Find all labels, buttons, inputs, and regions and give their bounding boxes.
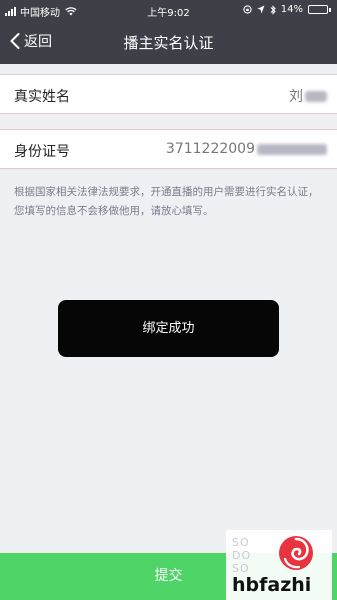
id-number-row[interactable]: 身份证号 3711222009 bbox=[0, 129, 337, 169]
battery-percent: 14% bbox=[280, 4, 303, 15]
real-name-value: 刘 bbox=[289, 89, 303, 105]
real-name-field[interactable]: 刘 bbox=[289, 86, 327, 106]
notice-text: 根据国家相关法律法规要求，开通直播的用户需要进行实名认证，您填写的信息不会移做他… bbox=[14, 186, 319, 217]
redacted-id bbox=[257, 143, 327, 155]
real-name-row[interactable]: 真实姓名 刘 bbox=[0, 74, 337, 114]
nav-bar: 返回 播主实名认证 bbox=[0, 20, 337, 64]
watermark: SO DO SO hbfazhi bbox=[226, 530, 332, 600]
success-toast: 绑定成功 bbox=[58, 300, 279, 357]
id-number-value: 3711222009 bbox=[165, 141, 255, 157]
id-number-label: 身份证号 bbox=[14, 144, 70, 160]
lock-rotation-icon bbox=[243, 5, 252, 14]
battery-icon bbox=[308, 5, 331, 14]
id-number-field[interactable]: 3711222009 bbox=[166, 141, 327, 157]
status-right: 14% bbox=[243, 4, 331, 15]
submit-label: 提交 bbox=[154, 568, 183, 584]
swirl-logo-icon bbox=[279, 536, 313, 570]
watermark-brand: hbfazhi bbox=[232, 574, 312, 596]
redacted-name bbox=[305, 90, 327, 102]
status-bar: 中国移动 上午9:02 14% bbox=[0, 0, 337, 20]
location-icon bbox=[257, 5, 265, 14]
bluetooth-icon bbox=[270, 4, 276, 15]
real-name-label: 真实姓名 bbox=[14, 89, 70, 105]
page-title: 播主实名认证 bbox=[123, 34, 214, 52]
watermark-ghost-text: SO DO SO bbox=[232, 536, 252, 575]
